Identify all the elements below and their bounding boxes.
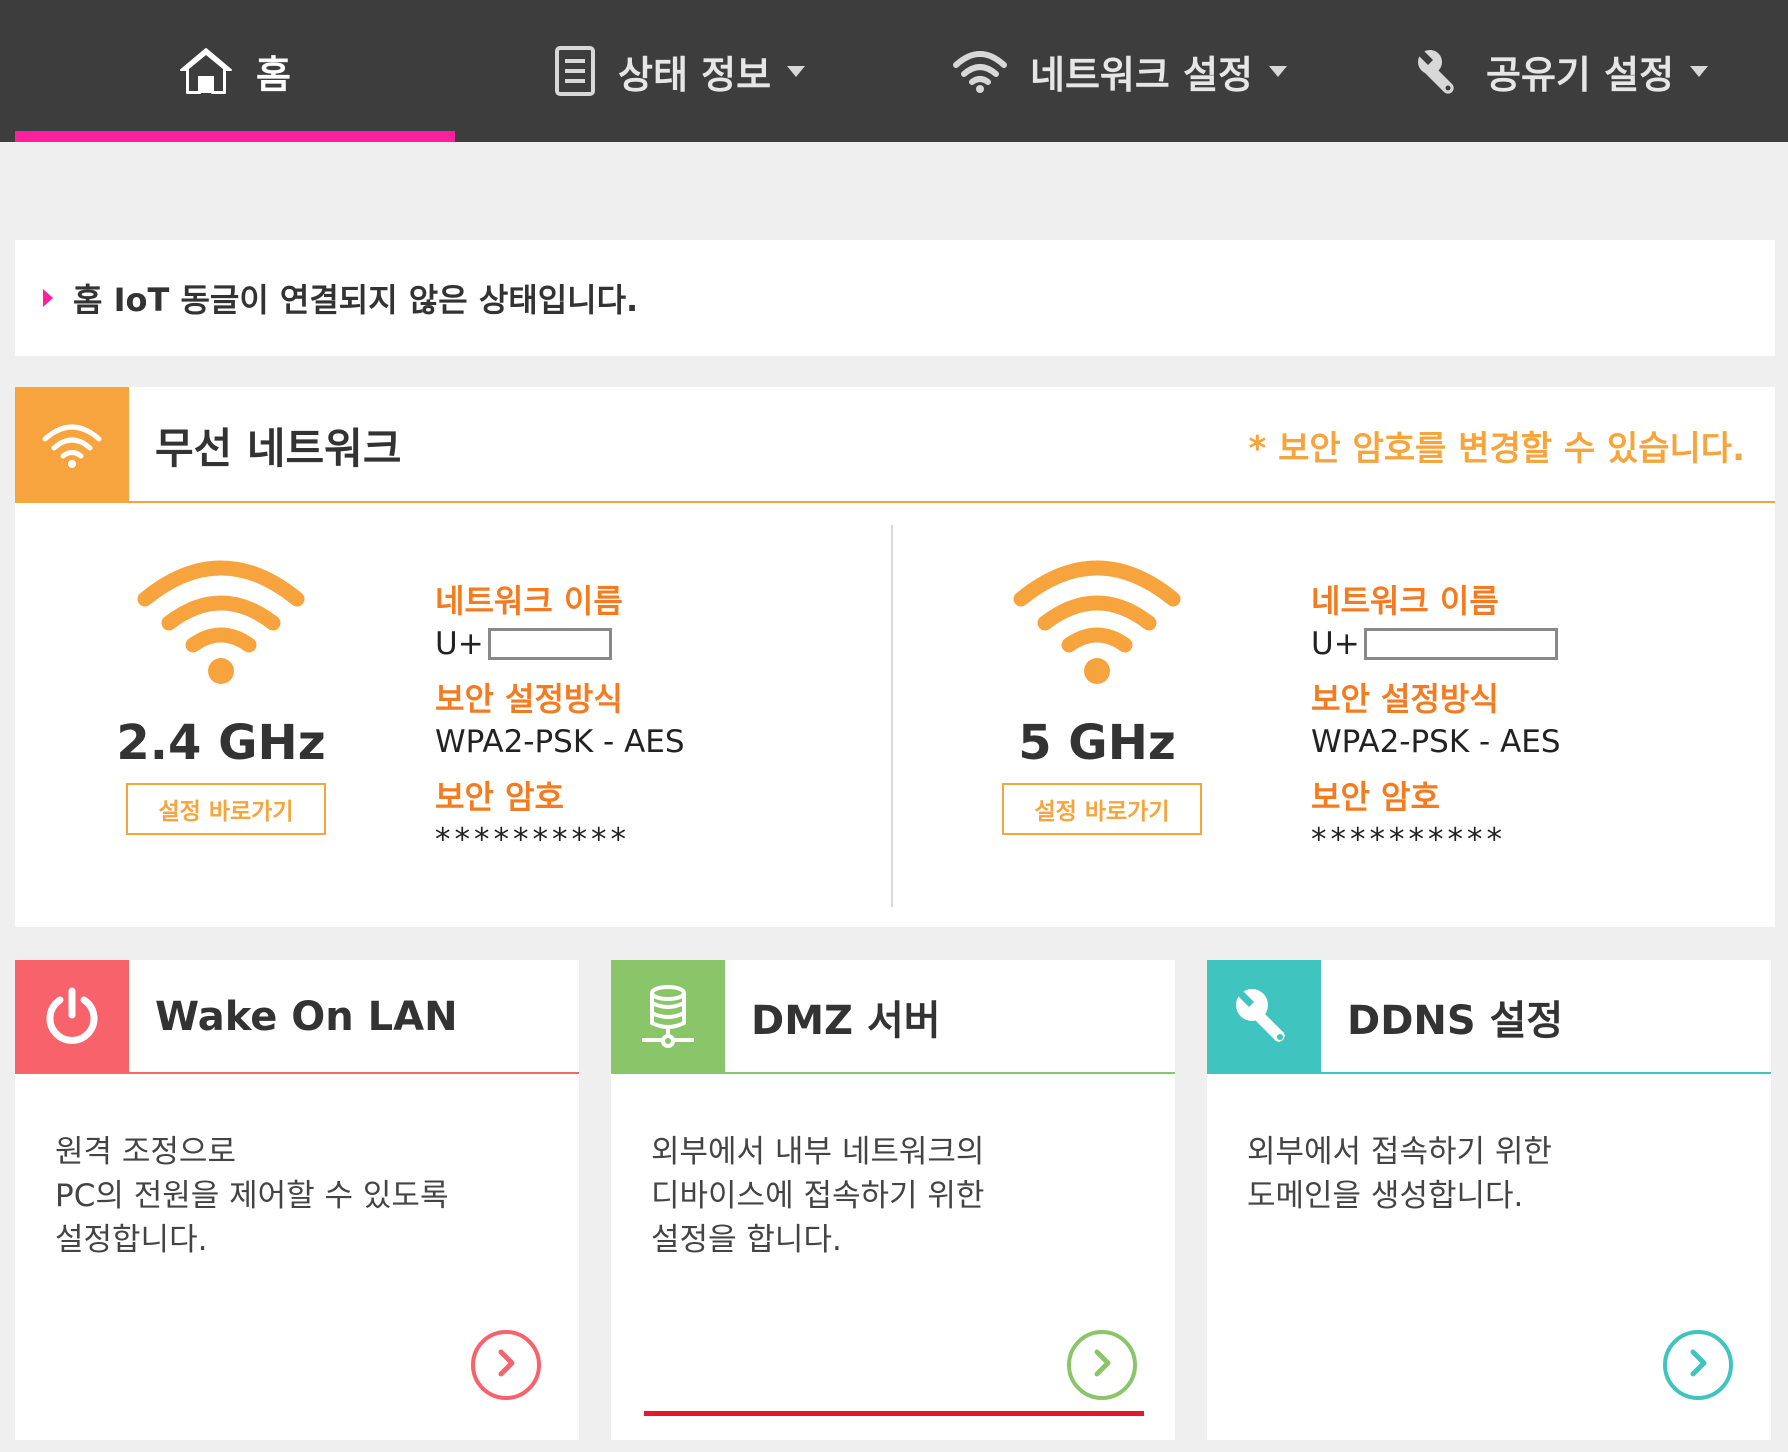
go-arrow-button[interactable] <box>1663 1330 1733 1400</box>
network-name-label: 네트워크 이름 <box>435 582 623 620</box>
nav-router-label: 공유기 설정 <box>1486 52 1675 97</box>
chevron-right-icon <box>1685 1348 1711 1382</box>
card-dmz-server: DMZ 서버 외부에서 내부 네트워크의 디바이스에 접속하기 위한 설정을 합… <box>611 960 1175 1440</box>
settings-shortcut-button[interactable]: 설정 바로가기 <box>1002 783 1202 835</box>
description-line: 디바이스에 접속하기 위한 <box>651 1178 985 1214</box>
chevron-down-icon <box>1269 65 1287 77</box>
wifi-icon <box>15 387 129 503</box>
security-password-label: 보안 암호 <box>1311 778 1440 816</box>
card-title: DMZ 서버 <box>751 998 941 1044</box>
chevron-right-icon <box>493 1348 519 1382</box>
security-method-label: 보안 설정방식 <box>1311 680 1499 718</box>
nav-home-label: 홈 <box>256 52 291 97</box>
card-wake-on-lan: Wake On LAN 원격 조정으로 PC의 전원을 제어할 수 있도록 설정… <box>15 960 579 1440</box>
go-arrow-button[interactable] <box>471 1330 541 1400</box>
security-method-value: WPA2-PSK - AES <box>435 724 685 760</box>
security-password-value: ********** <box>435 822 630 858</box>
chevron-down-icon <box>787 65 806 77</box>
card-title: DDNS 설정 <box>1347 998 1564 1044</box>
network-name-label: 네트워크 이름 <box>1311 582 1499 620</box>
highlight-underline <box>644 1411 1144 1416</box>
wifi-icon <box>952 49 1008 93</box>
band-frequency: 2.4 GHz <box>116 715 326 771</box>
ssid-redaction-box <box>1363 628 1558 660</box>
nav-home[interactable]: 홈 <box>178 0 291 142</box>
security-password-label: 보안 암호 <box>435 778 564 816</box>
card-header: DDNS 설정 <box>1207 960 1771 1074</box>
iot-dongle-notice: 홈 IoT 동글이 연결되지 않은 상태입니다. <box>15 240 1775 356</box>
card-ddns: DDNS 설정 외부에서 접속하기 위한 도메인을 생성합니다. <box>1207 960 1771 1440</box>
server-icon <box>611 960 725 1074</box>
security-password-value: ********** <box>1311 822 1506 858</box>
chevron-right-icon <box>1089 1348 1115 1382</box>
band-info: 네트워크 이름 U+ 보안 설정방식 WPA2-PSK - AES 보안 암호 … <box>1311 581 1731 863</box>
go-arrow-button[interactable] <box>1067 1330 1137 1400</box>
network-name-value: U+ <box>1311 621 1731 667</box>
card-title: Wake On LAN <box>155 994 458 1040</box>
wireless-panel-header: 무선 네트워크 * 보안 암호를 변경할 수 있습니다. <box>15 387 1775 503</box>
band-info: 네트워크 이름 U+ 보안 설정방식 WPA2-PSK - AES 보안 암호 … <box>435 581 855 863</box>
home-icon <box>178 46 234 96</box>
description-line: 외부에서 접속하기 위한 <box>1247 1134 1552 1170</box>
ssid-redaction-box <box>487 628 612 660</box>
nav-status-label: 상태 정보 <box>618 52 772 97</box>
description-line: 도메인을 생성합니다. <box>1247 1178 1524 1214</box>
description-line: PC의 전원을 제어할 수 있도록 <box>55 1178 449 1214</box>
chevron-down-icon <box>1690 65 1709 77</box>
notice-text: 홈 IoT 동글이 연결되지 않은 상태입니다. <box>73 281 639 319</box>
wrench-icon <box>1414 46 1464 96</box>
security-method-label: 보안 설정방식 <box>435 680 623 718</box>
wireless-title: 무선 네트워크 <box>155 423 402 473</box>
band-frequency: 5 GHz <box>1018 715 1176 771</box>
ssid-prefix: U+ <box>1311 626 1360 662</box>
description-line: 원격 조정으로 <box>55 1134 236 1170</box>
password-change-hint: * 보안 암호를 변경할 수 있습니다. <box>1248 428 1745 469</box>
document-icon <box>554 45 596 97</box>
power-icon <box>15 960 129 1074</box>
nav-network-settings[interactable]: 네트워크 설정 <box>952 0 1287 142</box>
description-line: 설정합니다. <box>55 1222 208 1258</box>
security-method-value: WPA2-PSK - AES <box>1311 724 1561 760</box>
description-line: 외부에서 내부 네트워크의 <box>651 1134 985 1170</box>
description-line: 설정을 합니다. <box>651 1222 842 1258</box>
network-name-value: U+ <box>435 621 855 667</box>
active-tab-indicator <box>15 131 455 142</box>
band-5g: 5 GHz 설정 바로가기 네트워크 이름 U+ 보안 설정방식 WPA2-PS… <box>893 503 1769 927</box>
card-description: 원격 조정으로 PC의 전원을 제어할 수 있도록 설정합니다. <box>55 1130 555 1262</box>
ssid-prefix: U+ <box>435 626 484 662</box>
wrench-icon <box>1207 960 1321 1074</box>
top-navigation: 홈 상태 정보 네트워크 설정 공유기 설정 <box>0 0 1788 142</box>
card-description: 외부에서 내부 네트워크의 디바이스에 접속하기 위한 설정을 합니다. <box>651 1130 1151 1262</box>
card-header: Wake On LAN <box>15 960 579 1074</box>
triangle-bullet-icon <box>43 289 53 307</box>
wireless-network-panel: 무선 네트워크 * 보안 암호를 변경할 수 있습니다. 2.4 GHz 설정 … <box>15 387 1775 927</box>
band-2g: 2.4 GHz 설정 바로가기 네트워크 이름 U+ 보안 설정방식 WPA2-… <box>15 503 891 927</box>
nav-status[interactable]: 상태 정보 <box>554 0 806 142</box>
card-description: 외부에서 접속하기 위한 도메인을 생성합니다. <box>1247 1130 1747 1218</box>
wifi-icon <box>1011 559 1183 689</box>
nav-network-label: 네트워크 설정 <box>1030 52 1253 97</box>
card-header: DMZ 서버 <box>611 960 1175 1074</box>
nav-router-settings[interactable]: 공유기 설정 <box>1414 0 1709 142</box>
wifi-icon <box>135 559 307 689</box>
settings-shortcut-button[interactable]: 설정 바로가기 <box>126 783 326 835</box>
